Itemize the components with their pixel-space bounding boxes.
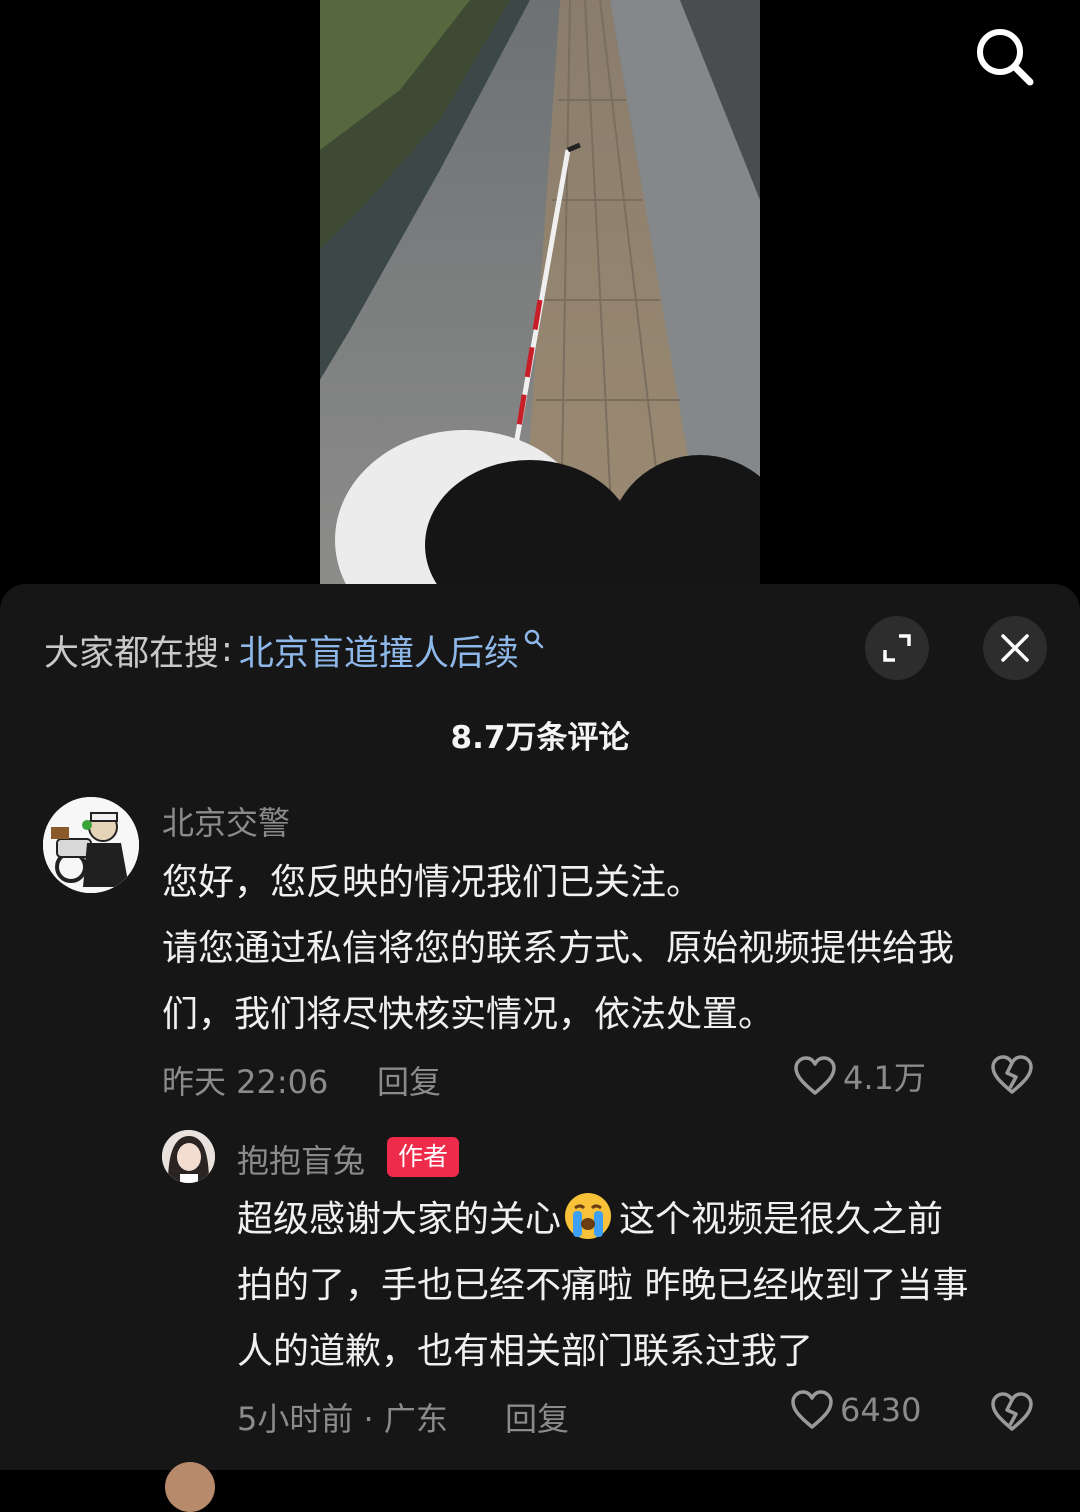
broken-heart-icon — [991, 1392, 1033, 1431]
comment-text-line: 们，我们将尽快核实情况，依法处置。 — [162, 994, 775, 1035]
hot-search-term[interactable]: 北京盲道撞人后续 — [239, 625, 519, 676]
dislike-button[interactable] — [990, 1392, 1034, 1436]
dislike-button[interactable] — [990, 1055, 1034, 1099]
loudly-crying-face-icon — [565, 1193, 612, 1239]
like-button[interactable]: 6430 — [790, 1390, 921, 1430]
hot-search-colon: : — [221, 630, 233, 670]
close-icon — [1001, 634, 1029, 662]
like-count: 6430 — [840, 1391, 922, 1429]
hot-search-prefix: 大家都在搜 — [44, 633, 220, 674]
reply-text-line: 拍的了，手也已经不痛啦 昨晚已经收到了当事 — [237, 1265, 969, 1306]
expand-icon — [883, 634, 911, 662]
comment-text-line: 请您通过私信将您的联系方式、原始视频提供给我 — [162, 928, 955, 969]
reply-text-segment: 超级感谢大家的关心 — [237, 1199, 562, 1240]
like-button[interactable]: 4.1万 — [793, 1053, 926, 1099]
expand-button[interactable] — [865, 616, 929, 680]
search-icon — [977, 29, 1034, 86]
reply-timestamp-location: 5小时前 · 广东 — [237, 1400, 448, 1438]
comment-timestamp: 昨天 22:06 — [162, 1063, 329, 1101]
comment-text-line: 您好，您反映的情况我们已关注。 — [162, 862, 703, 903]
video-player[interactable] — [0, 0, 1080, 590]
search-button[interactable] — [970, 22, 1040, 92]
heart-icon — [791, 1390, 833, 1429]
reply-button[interactable]: 回复 — [505, 1394, 569, 1440]
reply-text-line: 超级感谢大家的关心 这个视频是很久之前 — [237, 1187, 968, 1253]
reply-text: 超级感谢大家的关心 这个视频是很久之前 拍的了，手也已经不痛啦 昨晚已经收到了当事… — [237, 1187, 968, 1385]
author-badge: 作者 — [387, 1137, 460, 1177]
like-count: 4.1万 — [843, 1059, 926, 1097]
mini-search-icon — [524, 629, 544, 649]
comment-count-title: 8.7万条评论 — [450, 720, 630, 756]
heart-icon — [794, 1056, 836, 1095]
reply-text-segment: 这个视频是很久之前 — [619, 1199, 944, 1240]
reply-button[interactable]: 回复 — [377, 1057, 441, 1103]
user-avatar-image — [162, 1130, 215, 1183]
comment-username[interactable]: 北京交警 — [162, 798, 290, 844]
avatar[interactable] — [162, 1130, 215, 1183]
video-thumbnail — [320, 0, 760, 585]
traffic-police-avatar-image — [43, 797, 139, 893]
close-button[interactable] — [983, 616, 1047, 680]
comment-text: 您好，您反映的情况我们已关注。 请您通过私信将您的联系方式、原始视频提供给我 们… — [162, 850, 954, 1048]
reply-text-line: 人的道歉，也有相关部门联系过我了 — [237, 1331, 814, 1372]
video-frame[interactable] — [320, 0, 760, 585]
reply-username[interactable]: 抱抱盲兔 — [237, 1136, 365, 1182]
hot-search-suggestion[interactable]: 大家都在搜 : 北京盲道撞人后续 — [44, 624, 545, 676]
broken-heart-icon — [991, 1055, 1033, 1094]
avatar[interactable] — [43, 797, 139, 893]
